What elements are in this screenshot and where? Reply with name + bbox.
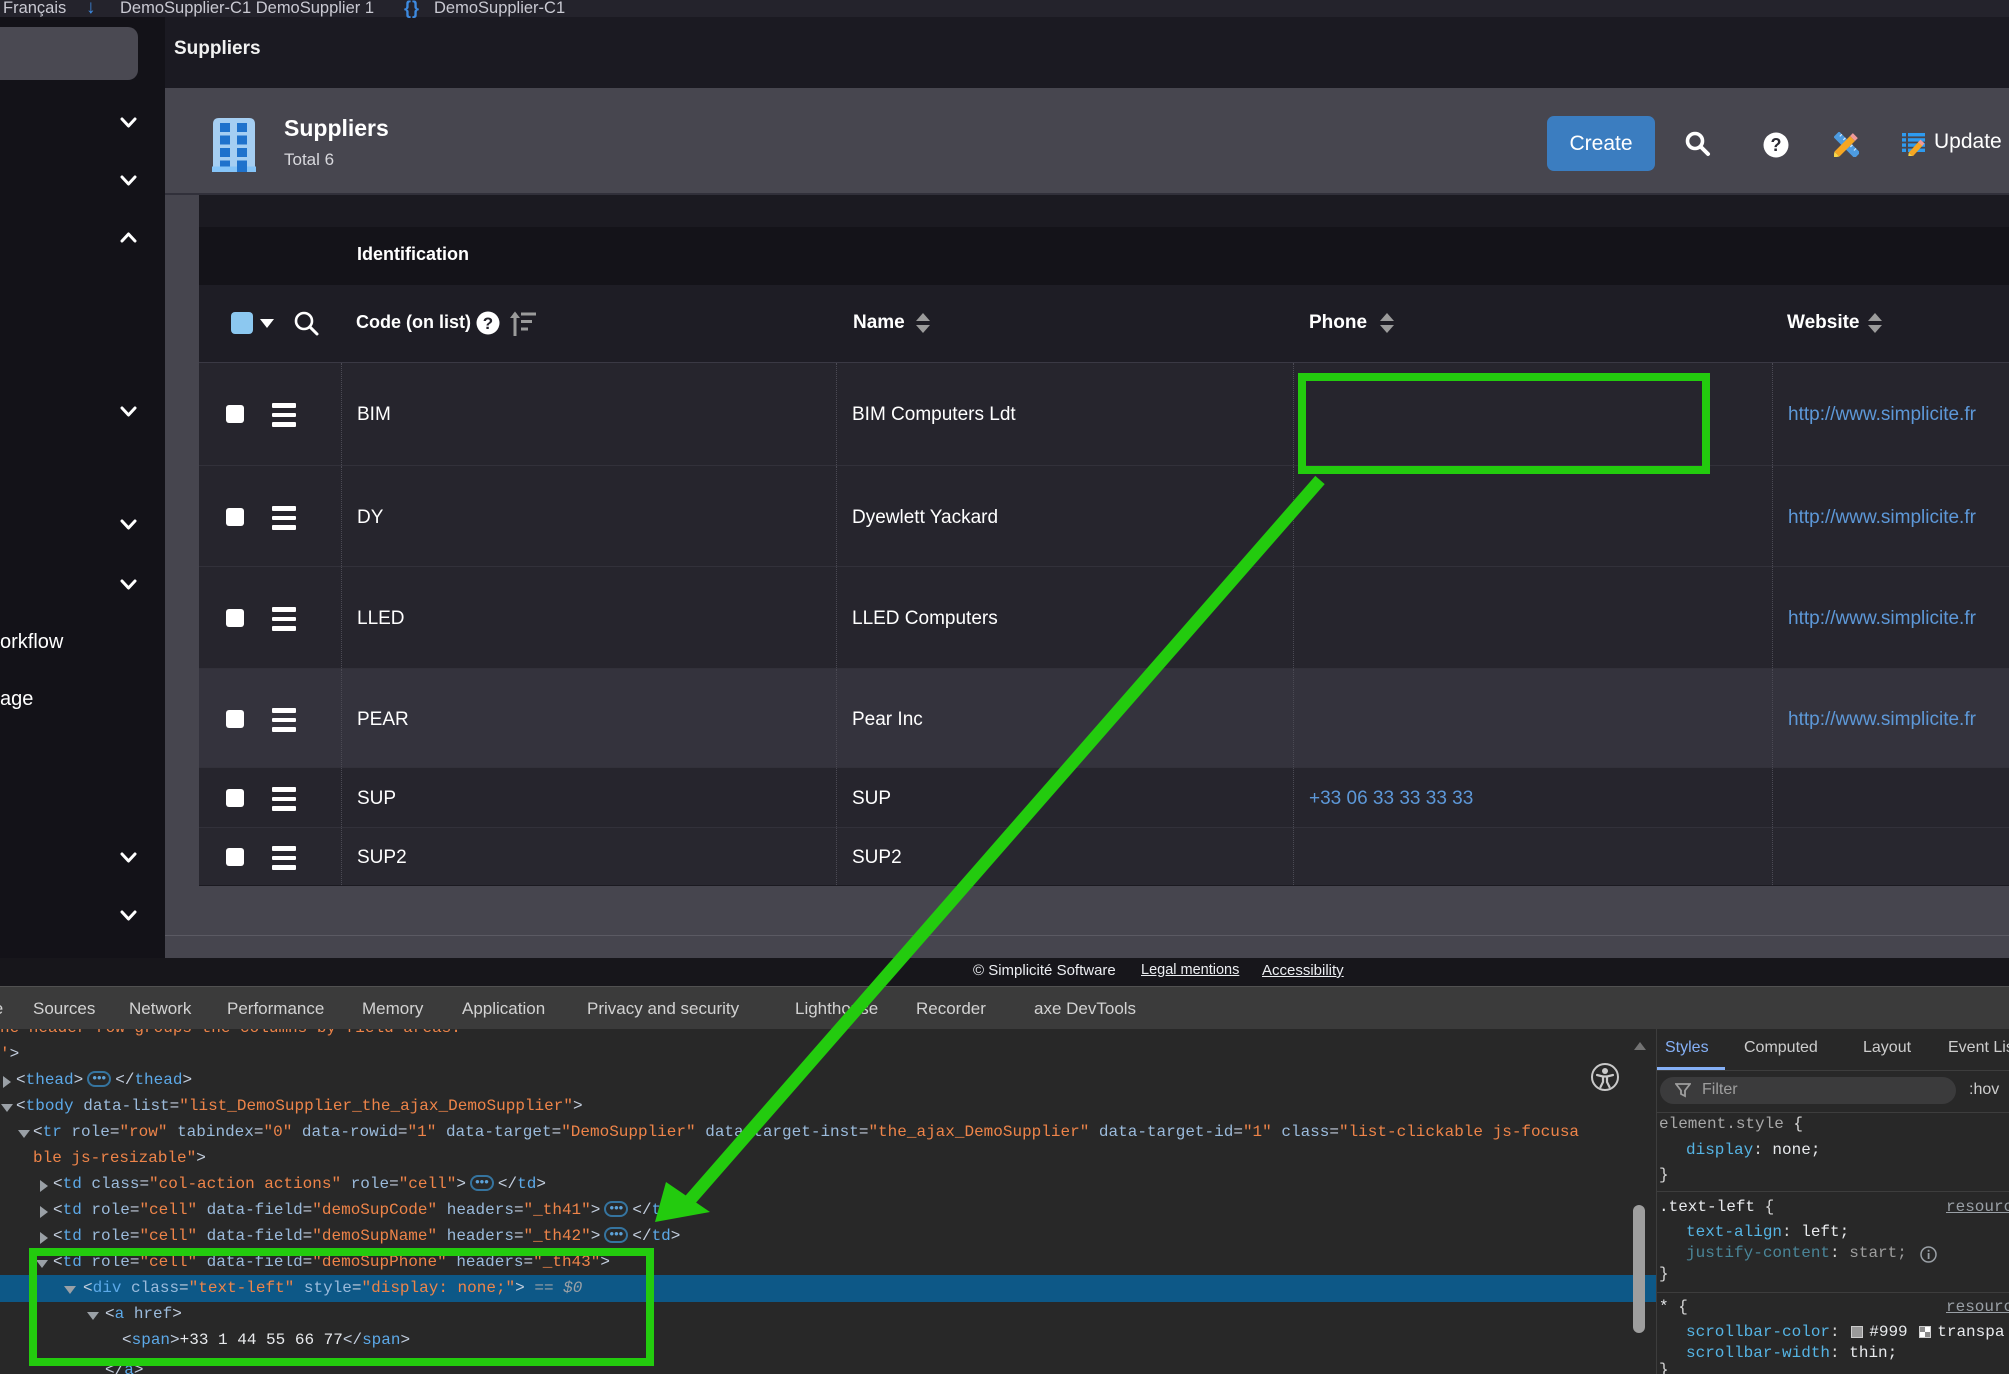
svg-text:?: ? [483, 314, 493, 333]
svg-text:?: ? [1771, 135, 1782, 155]
